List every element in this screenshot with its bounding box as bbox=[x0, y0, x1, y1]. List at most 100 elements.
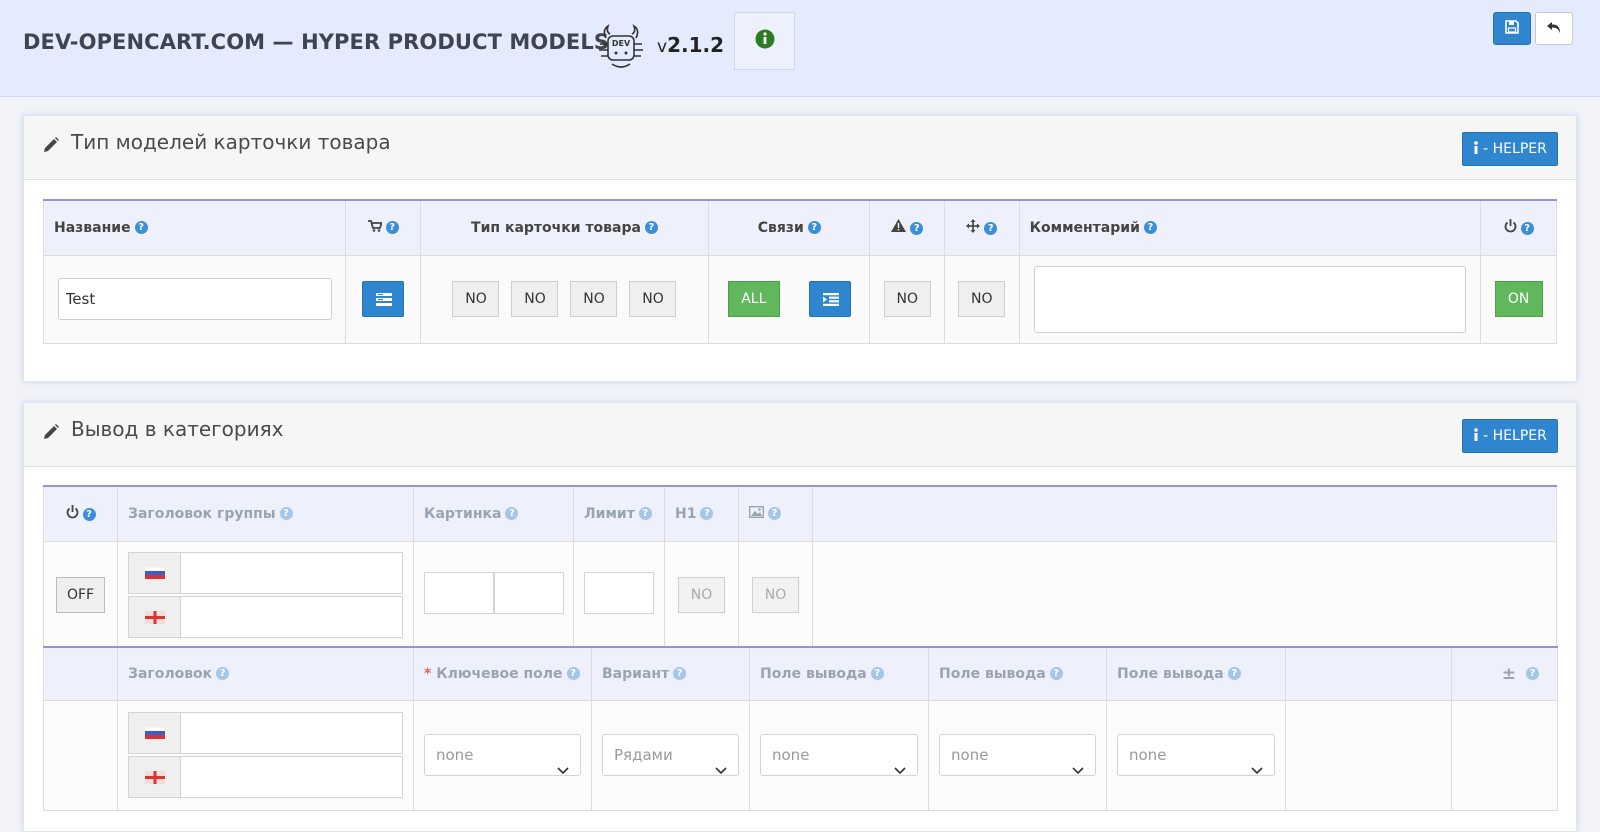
cell-empty bbox=[812, 540, 1557, 650]
group-title-en-input[interactable] bbox=[181, 597, 402, 637]
move-toggle[interactable]: NO bbox=[958, 281, 1006, 317]
question-icon: ? bbox=[870, 667, 884, 681]
cell-plusminus bbox=[1451, 699, 1558, 811]
card-type-toggle-1[interactable]: NO bbox=[452, 281, 500, 317]
status-off-button[interactable]: OFF bbox=[56, 577, 105, 613]
limit-input[interactable] bbox=[584, 572, 654, 614]
col-h1: H1? bbox=[664, 485, 739, 542]
card-type-toggle-2[interactable]: NO bbox=[511, 281, 559, 317]
logo-icon: DEV bbox=[596, 20, 646, 72]
question-icon: ? bbox=[82, 508, 96, 522]
warning-toggle[interactable]: NO bbox=[883, 281, 931, 317]
info-button[interactable] bbox=[734, 12, 795, 70]
col-empty-2 bbox=[1285, 646, 1452, 701]
col-group-title: Заголовок группы? bbox=[117, 485, 414, 542]
flag-en-icon bbox=[129, 757, 181, 797]
key-field-select[interactable]: none bbox=[424, 734, 581, 776]
app-title: DEV-OPENCART.COM — HYPER PRODUCT MODELS bbox=[23, 30, 610, 54]
question-icon: ? bbox=[768, 507, 781, 521]
question-icon: ? bbox=[1143, 221, 1157, 235]
question-icon: ? bbox=[134, 221, 148, 235]
group-title-ru-input[interactable] bbox=[181, 553, 402, 593]
cart-list-button[interactable] bbox=[362, 281, 405, 317]
cell-empty bbox=[43, 699, 118, 811]
chevron-down-icon bbox=[894, 750, 906, 790]
col-empty bbox=[812, 485, 1557, 542]
cell-image bbox=[413, 540, 574, 650]
info-circle-icon bbox=[755, 29, 775, 53]
cell-warning: NO bbox=[869, 254, 945, 344]
output-fields-table: Заголовок? * Ключевое поле? Вариант? Пол… bbox=[43, 646, 1558, 811]
helper-button[interactable]: - HELPER bbox=[1462, 419, 1558, 453]
panel-title: Тип моделей карточки товара bbox=[71, 130, 391, 154]
info-icon bbox=[1473, 427, 1479, 445]
cell-links: ALL bbox=[708, 254, 871, 344]
cell-name bbox=[42, 254, 347, 344]
logo-text: DEV bbox=[612, 39, 631, 48]
question-icon: ? bbox=[700, 507, 714, 521]
cell-image-toggle: NO bbox=[738, 540, 813, 650]
pencil-icon bbox=[42, 423, 60, 445]
cell-cart bbox=[345, 254, 421, 344]
chevron-down-icon bbox=[1251, 750, 1263, 790]
cell-variant: Рядами bbox=[591, 699, 750, 811]
col-output-1: Поле вывода? bbox=[749, 646, 929, 701]
table-row: NO NO NO NO ALL NO NO ON bbox=[42, 254, 1557, 344]
output-field-2-select[interactable]: none bbox=[939, 734, 1096, 776]
question-icon: ? bbox=[1227, 667, 1241, 681]
h1-toggle[interactable]: NO bbox=[678, 577, 725, 613]
links-all-button[interactable]: ALL bbox=[727, 281, 780, 317]
group-title-en-row bbox=[128, 596, 403, 638]
col-limit: Лимит? bbox=[573, 485, 665, 542]
question-icon: ? bbox=[385, 221, 399, 235]
image-width-input[interactable] bbox=[424, 572, 494, 614]
back-button[interactable] bbox=[1535, 12, 1573, 45]
image-toggle[interactable]: NO bbox=[752, 577, 799, 613]
chevron-down-icon bbox=[1072, 750, 1084, 790]
col-variant: Вариант? bbox=[591, 646, 750, 701]
col-name: Название? bbox=[42, 199, 347, 256]
cell-move: NO bbox=[944, 254, 1020, 344]
card-type-toggle-3[interactable]: NO bbox=[570, 281, 618, 317]
warning-icon bbox=[891, 219, 907, 236]
links-edit-button[interactable] bbox=[808, 281, 851, 317]
question-icon: ? bbox=[566, 667, 580, 681]
table-header-row: ? Заголовок группы? Картинка? Лимит? H1?… bbox=[43, 485, 1557, 542]
table-row: OFF NO NO bbox=[43, 540, 1557, 650]
col-card-type: Тип карточки товара? bbox=[419, 199, 710, 256]
panel-model-types: Тип моделей карточки товара - HELPER Наз… bbox=[23, 115, 1577, 382]
question-icon: ? bbox=[638, 507, 652, 521]
helper-button[interactable]: - HELPER bbox=[1462, 132, 1558, 166]
list-icon bbox=[376, 293, 393, 310]
group-settings-table: ? Заголовок группы? Картинка? Лимит? H1?… bbox=[43, 485, 1557, 650]
col-plusminus: ±? bbox=[1451, 646, 1558, 701]
name-input[interactable] bbox=[57, 278, 332, 320]
question-icon: ? bbox=[984, 222, 998, 236]
image-height-input[interactable] bbox=[494, 572, 564, 614]
col-key-field: * Ключевое поле? bbox=[413, 646, 592, 701]
question-icon: ? bbox=[910, 221, 924, 235]
panel-title: Вывод в категориях bbox=[71, 417, 284, 441]
output-field-1-select[interactable]: none bbox=[760, 734, 918, 776]
comment-textarea[interactable] bbox=[1033, 265, 1466, 333]
pencil-icon bbox=[42, 136, 60, 158]
indent-icon bbox=[822, 293, 839, 310]
question-icon: ? bbox=[279, 507, 293, 521]
top-header: DEV-OPENCART.COM — HYPER PRODUCT MODELS … bbox=[0, 0, 1600, 97]
cell-status: ON bbox=[1480, 254, 1557, 344]
cell-title bbox=[117, 699, 414, 811]
col-image: Картинка? bbox=[413, 485, 574, 542]
save-icon bbox=[1505, 19, 1519, 38]
title-en-input[interactable] bbox=[181, 757, 402, 797]
variant-select[interactable]: Рядами bbox=[602, 734, 739, 776]
output-field-3-select[interactable]: none bbox=[1117, 734, 1275, 776]
cell-output-1: none bbox=[749, 699, 929, 811]
question-icon: ? bbox=[1049, 667, 1063, 681]
card-type-toggle-4[interactable]: NO bbox=[629, 281, 677, 317]
save-button[interactable] bbox=[1493, 12, 1531, 45]
title-ru-input[interactable] bbox=[181, 713, 402, 753]
col-move: ? bbox=[944, 199, 1020, 256]
chevron-down-icon bbox=[557, 750, 569, 790]
status-on-button[interactable]: ON bbox=[1494, 281, 1543, 317]
table-row: none Рядами none none none bbox=[43, 699, 1558, 811]
